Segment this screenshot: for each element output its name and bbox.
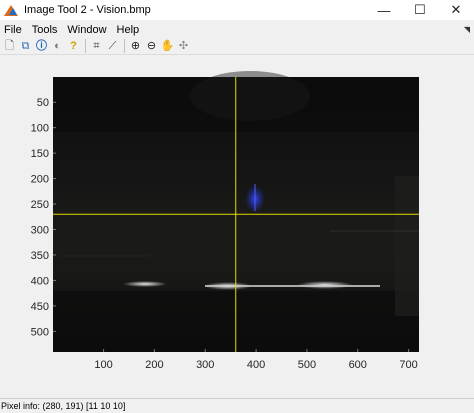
crop-icon[interactable]: ⌗ [89,39,104,54]
figure-area: 100 200 300 400 500 600 700 50 100 150 200 250 300 3… [0,56,474,397]
y-tick-label: 350 [31,250,49,262]
help-icon[interactable]: ? [66,39,81,54]
zoom-in-icon[interactable]: ⊕ [128,39,143,54]
y-tick-label: 450 [31,301,49,313]
pan-hand-icon[interactable]: ✋ [160,39,175,54]
minimize-button[interactable]: — [366,0,402,20]
x-tick-label: 300 [196,359,214,371]
menu-bar: File Tools Window Help ◥ [0,21,474,38]
dock-arrow-icon[interactable]: ◥ [464,25,470,34]
contrast-icon[interactable]: ◐ [50,39,65,54]
x-tick-label: 200 [145,359,163,371]
status-bar: Pixel info: (280, 191) [11 10 10] [0,398,474,413]
pixel-region-icon[interactable]: ✣ [176,39,191,54]
window-title: Image Tool 2 - Vision.bmp [24,4,151,16]
y-tick-label: 250 [31,199,49,211]
menu-tools[interactable]: Tools [27,24,63,36]
image-axes[interactable]: 100 200 300 400 500 600 700 50 100 150 200 250 300 3… [0,56,474,397]
close-button[interactable]: ✕ [438,0,474,20]
x-tick-label: 600 [349,359,367,371]
x-tick-label: 100 [94,359,112,371]
x-tick-label: 500 [298,359,316,371]
y-tick-label: 100 [31,123,49,135]
x-axis: 100 200 300 400 500 600 700 [94,349,418,371]
y-tick-label: 500 [31,326,49,338]
toolbar: 🗋 ⧉ ⓘ ◐ ? ⌗ ⟋ ⊕ ⊖ ✋ ✣ [0,38,474,55]
measure-distance-icon[interactable]: ⟋ [105,39,120,54]
new-figure-icon[interactable]: 🗋 [2,39,17,54]
image-tool-window: Image Tool 2 - Vision.bmp — ☐ ✕ File Too… [0,0,474,413]
zoom-out-icon[interactable]: ⊖ [144,39,159,54]
menu-window[interactable]: Window [62,24,111,36]
y-tick-label: 300 [31,225,49,237]
y-tick-label: 50 [37,97,49,109]
export-icon[interactable]: ⧉ [18,39,33,54]
y-axis: 50 100 150 200 250 300 350 400 450 500 [31,97,56,338]
matlab-logo-icon [4,3,18,17]
toolbar-separator [124,39,125,53]
y-tick-label: 400 [31,275,49,287]
y-tick-label: 150 [31,148,49,160]
title-bar: Image Tool 2 - Vision.bmp — ☐ ✕ [0,0,474,20]
image-info-icon[interactable]: ⓘ [34,39,49,54]
maximize-button[interactable]: ☐ [402,0,438,20]
y-tick-label: 200 [31,174,49,186]
window-controls: — ☐ ✕ [366,0,474,20]
x-tick-label: 700 [399,359,417,371]
toolbar-separator [85,39,86,53]
x-tick-label: 400 [247,359,265,371]
menu-file[interactable]: File [0,24,27,36]
pixel-info-text: Pixel info: (280, 191) [11 10 10] [1,401,126,411]
menu-help[interactable]: Help [112,24,145,36]
